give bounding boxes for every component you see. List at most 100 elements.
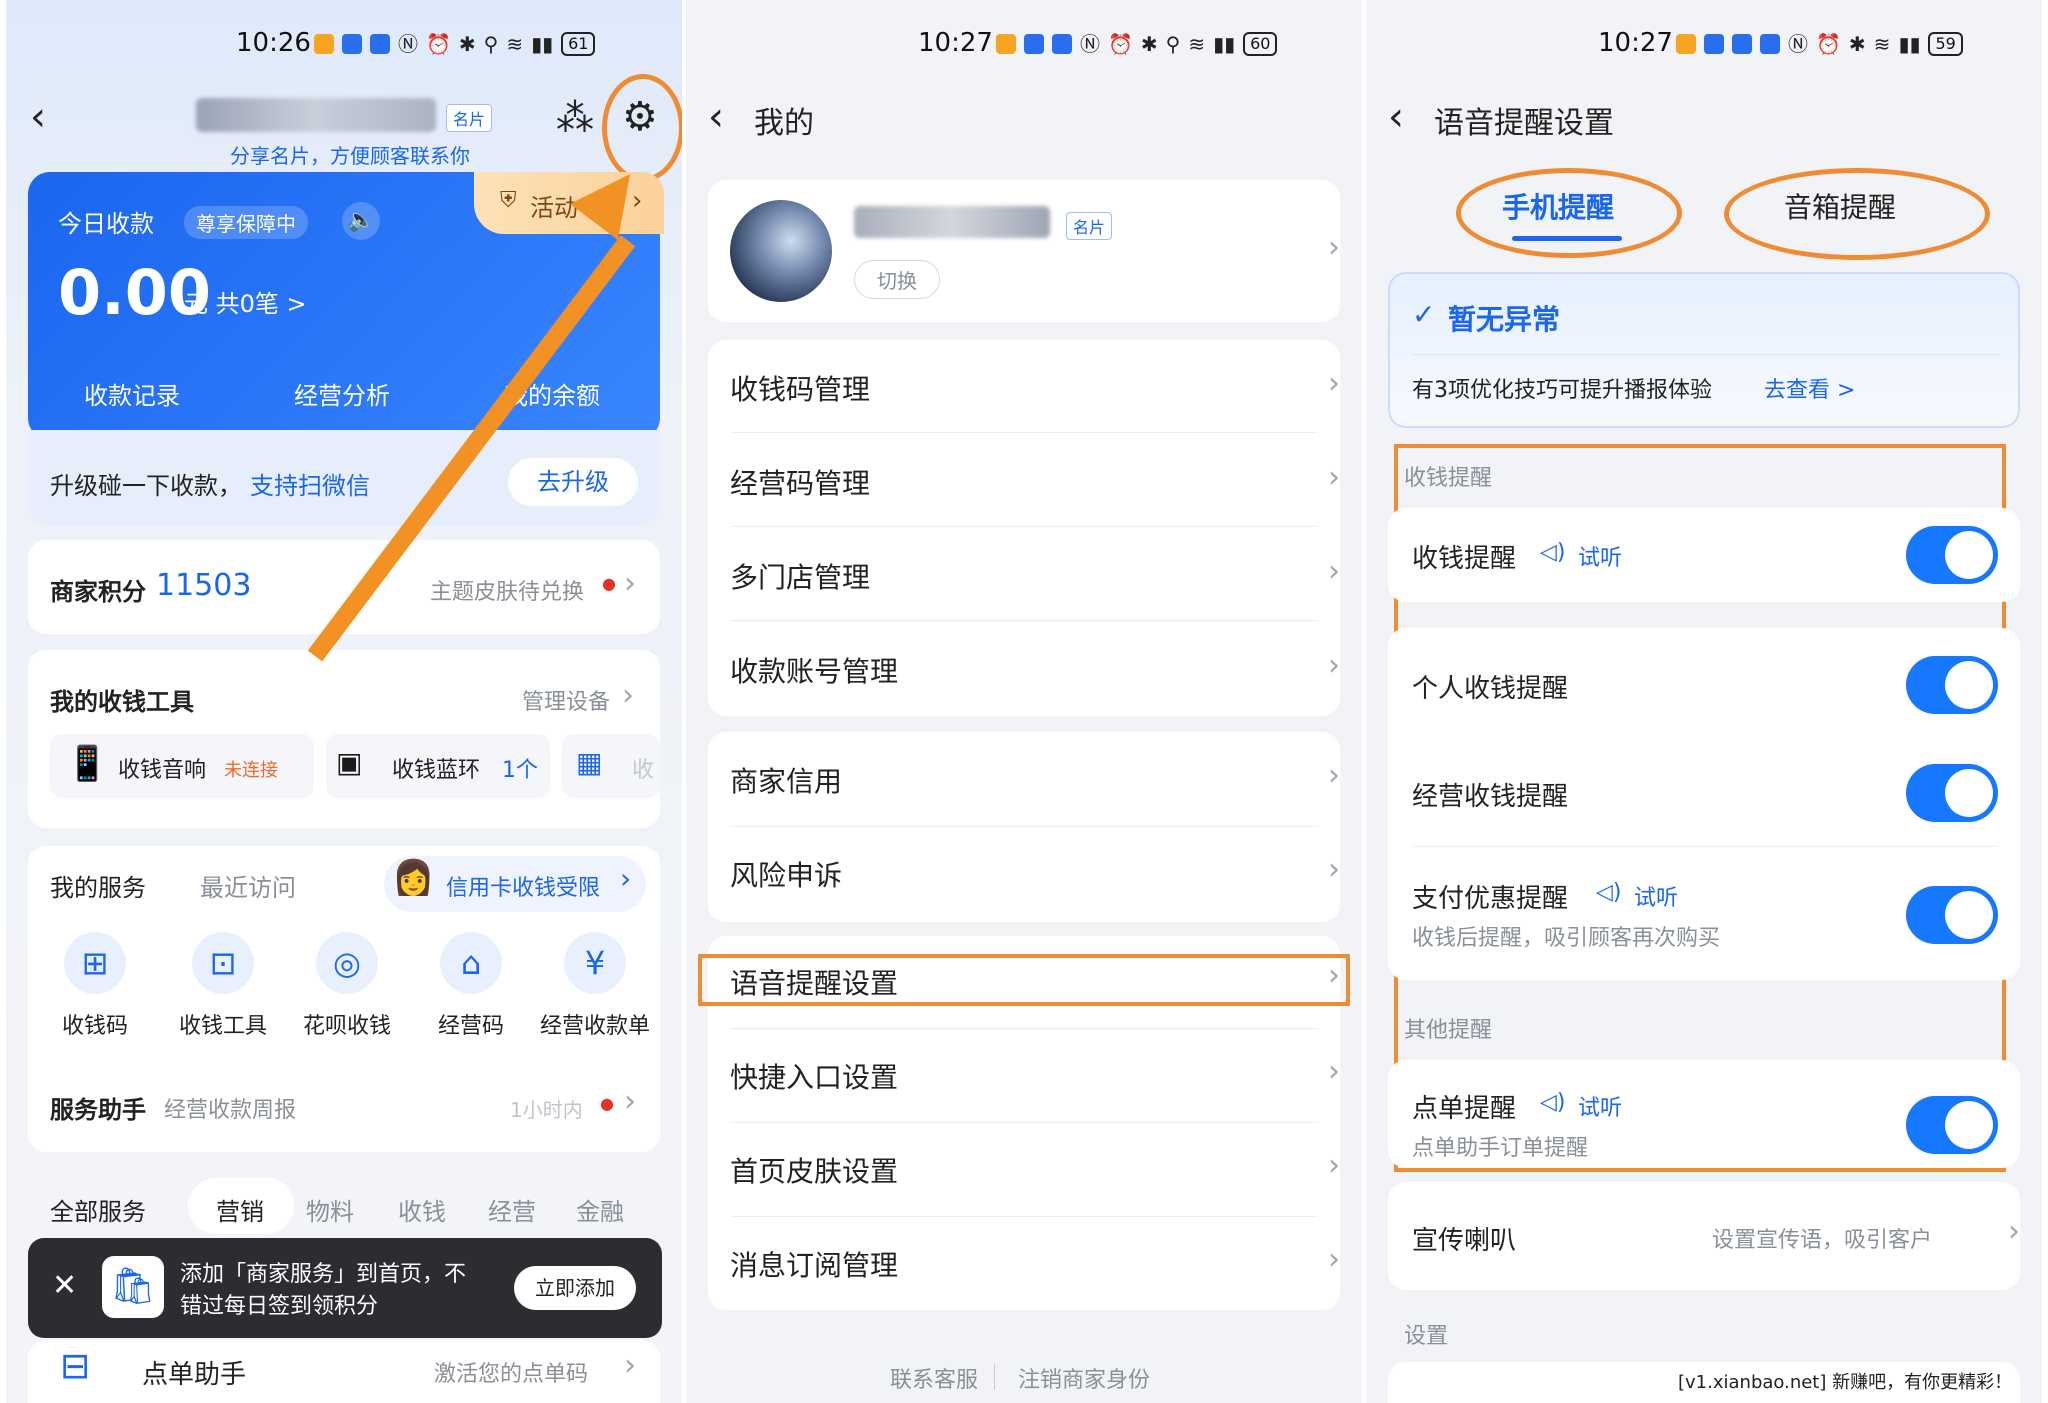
chevron-right-icon: › <box>1328 852 1340 887</box>
switch-account-button[interactable]: 切换 <box>854 260 940 299</box>
back-icon[interactable]: ‹ <box>30 94 46 140</box>
back-icon[interactable]: ‹ <box>708 94 724 140</box>
phone-tab-highlight-ring <box>1456 168 1682 258</box>
today-amount-unit[interactable]: 元 共0笔 > <box>184 284 307 319</box>
listen-link[interactable]: 试听 <box>1578 1090 1622 1122</box>
back-icon[interactable]: ‹ <box>1388 94 1404 140</box>
chevron-right-icon: › <box>624 1348 636 1383</box>
discount-reminder-label: 支付优惠提醒 <box>1412 884 1569 914</box>
speaker-icon[interactable]: 🔈 <box>342 202 380 240</box>
battery-indicator: 59 <box>1928 32 1963 56</box>
discount-reminder-sub: 收钱后提醒，吸引顾客再次购买 <box>1412 926 1721 951</box>
menu-item-voice-reminder[interactable]: 语音提醒设置 <box>730 962 898 1002</box>
menu-item-shortcut[interactable]: 快捷入口设置 <box>730 1056 898 1096</box>
bluetooth-icon: ✱ <box>1140 32 1158 56</box>
chevron-right-icon: › <box>1328 366 1340 401</box>
tool1-name: 收钱音响 <box>118 758 207 783</box>
chevron-right-icon: › <box>1328 1054 1340 1089</box>
avatar[interactable] <box>730 200 832 302</box>
tools-manage-link[interactable]: 管理设备 <box>522 684 610 716</box>
cancel-identity-link[interactable]: 注销商家身份 <box>1018 1362 1150 1394</box>
collect-reminder-toggle[interactable] <box>1906 526 1998 584</box>
blurred-merchant-name <box>196 98 436 132</box>
collect-reminder-label: 收钱提醒 <box>1412 544 1517 574</box>
wifi-icon: ≋ <box>506 32 524 56</box>
menu-item-skin[interactable]: 首页皮肤设置 <box>730 1150 898 1190</box>
ring-device-icon: ▣ <box>336 746 363 779</box>
listen-icon[interactable]: ◁) <box>1540 1090 1566 1115</box>
tool2-count: 1个 <box>502 758 538 783</box>
order-reminder-sub: 点单助手订单提醒 <box>1412 1136 1589 1161</box>
income-records-link[interactable]: 收款记录 <box>84 376 180 411</box>
tip-link[interactable]: 去查看 > <box>1764 372 1855 404</box>
store-icon[interactable]: ⌂ <box>440 932 502 994</box>
my-profile-panel: 10:27 Ⓝ ⏰ ✱ ⚲ ≋ ▮▮ 60 ‹ 我的 名片 切换 › 收钱码管理… <box>686 0 1362 1403</box>
listen-link[interactable]: 试听 <box>1634 880 1678 912</box>
business-reminder-toggle[interactable] <box>1906 764 1998 822</box>
close-icon[interactable]: ✕ <box>52 1268 77 1303</box>
cat-tab-collect[interactable]: 收钱 <box>398 1192 446 1227</box>
avatar: 👩 <box>392 858 435 898</box>
service-label: 收钱码 <box>61 1014 128 1039</box>
namecard-tag[interactable]: 名片 <box>446 104 493 132</box>
divider-line <box>1412 846 1998 847</box>
listen-icon[interactable]: ◁) <box>1540 540 1566 565</box>
huabei-icon[interactable]: ◎ <box>316 932 378 994</box>
order-reminder-toggle[interactable] <box>1906 1096 1998 1154</box>
listen-link[interactable]: 试听 <box>1578 540 1622 572</box>
check-circle-icon: ✓ <box>1412 298 1436 331</box>
menu-item-risk-appeal[interactable]: 风险申诉 <box>730 854 842 894</box>
add-now-button[interactable]: 立即添加 <box>514 1266 636 1310</box>
menu-item-account-manage[interactable]: 收款账号管理 <box>730 650 898 690</box>
personal-reminder-toggle[interactable] <box>1906 656 1998 714</box>
services-tab-mine[interactable]: 我的服务 <box>50 868 146 903</box>
speaker-tab-highlight-ring <box>1724 168 1990 260</box>
upgrade-text: 升级碰一下收款， <box>50 472 242 500</box>
tool3-name: 收 <box>632 758 655 783</box>
order-helper-icon: ⊟ <box>60 1346 91 1387</box>
chevron-right-icon: › <box>1328 958 1340 993</box>
wifi-icon: ≋ <box>1873 32 1891 56</box>
status-bar: 10:27 Ⓝ ⏰ ✱ ≋ ▮▮ 59 <box>1366 28 2042 68</box>
cat-tab-finance[interactable]: 金融 <box>576 1192 624 1227</box>
wifi-icon: ≋ <box>1188 32 1206 56</box>
contact-support-link[interactable]: 联系客服 <box>890 1362 978 1394</box>
status-bar: 10:26 Ⓝ ⏰ ✱ ⚲ ≋ ▮▮ 61 <box>6 28 682 68</box>
tool1-status: 未连接 <box>224 760 278 781</box>
message-notification-icon <box>1052 34 1072 54</box>
chevron-right-icon: › <box>1328 648 1340 683</box>
discount-reminder-toggle[interactable] <box>1906 886 1998 944</box>
section-other: 其他提醒 <box>1404 1018 1493 1043</box>
helper-sub: 经营收款周报 <box>164 1098 297 1123</box>
status-time: 10:27 <box>1598 28 1673 58</box>
listen-icon[interactable]: ◁) <box>1596 880 1622 905</box>
upgrade-button[interactable]: 去升级 <box>508 458 638 506</box>
menu-item-subscription[interactable]: 消息订阅管理 <box>730 1244 898 1284</box>
qr-grid-icon[interactable]: ⊞ <box>64 932 126 994</box>
namecard-tag[interactable]: 名片 <box>1066 212 1113 240</box>
receipt-icon[interactable]: ¥ <box>564 932 626 994</box>
red-dot-icon: ● <box>602 574 616 593</box>
menu-item-merchant-credit[interactable]: 商家信用 <box>730 760 842 800</box>
shield-notification-icon <box>1760 34 1780 54</box>
scan-icon[interactable]: ⁂ <box>556 96 594 140</box>
cat-tab-marketing[interactable]: 营销 <box>216 1192 264 1227</box>
voice-reminder-panel: 10:27 Ⓝ ⏰ ✱ ≋ ▮▮ 59 ‹ 语音提醒设置 手机提醒 音箱提醒 ✓… <box>1366 0 2042 1403</box>
protect-badge[interactable]: 尊享保障中 <box>184 206 308 239</box>
watermark-text: [v1.xianbao.net] 新赚吧，有你更精彩！ <box>1678 1368 2013 1394</box>
cat-tab-business[interactable]: 经营 <box>488 1192 536 1227</box>
business-analysis-link[interactable]: 经营分析 <box>294 376 390 411</box>
cat-tab-material[interactable]: 物料 <box>306 1192 354 1227</box>
menu-item-business-code[interactable]: 经营码管理 <box>730 462 870 502</box>
status-ok-text: 暂无异常 <box>1448 303 1561 336</box>
section-settings: 设置 <box>1404 1324 1449 1349</box>
cart-icon[interactable]: ⊡ <box>192 932 254 994</box>
app-notification-icon <box>1024 34 1044 54</box>
upgrade-link[interactable]: 支持扫微信 <box>250 466 370 501</box>
battery-indicator: 61 <box>561 32 596 56</box>
services-tab-recent[interactable]: 最近访问 <box>200 868 296 903</box>
app-notification-icon <box>342 34 362 54</box>
menu-item-qr-manage[interactable]: 收钱码管理 <box>730 368 870 408</box>
divider-line <box>730 1216 1318 1217</box>
menu-item-multi-store[interactable]: 多门店管理 <box>730 556 870 596</box>
